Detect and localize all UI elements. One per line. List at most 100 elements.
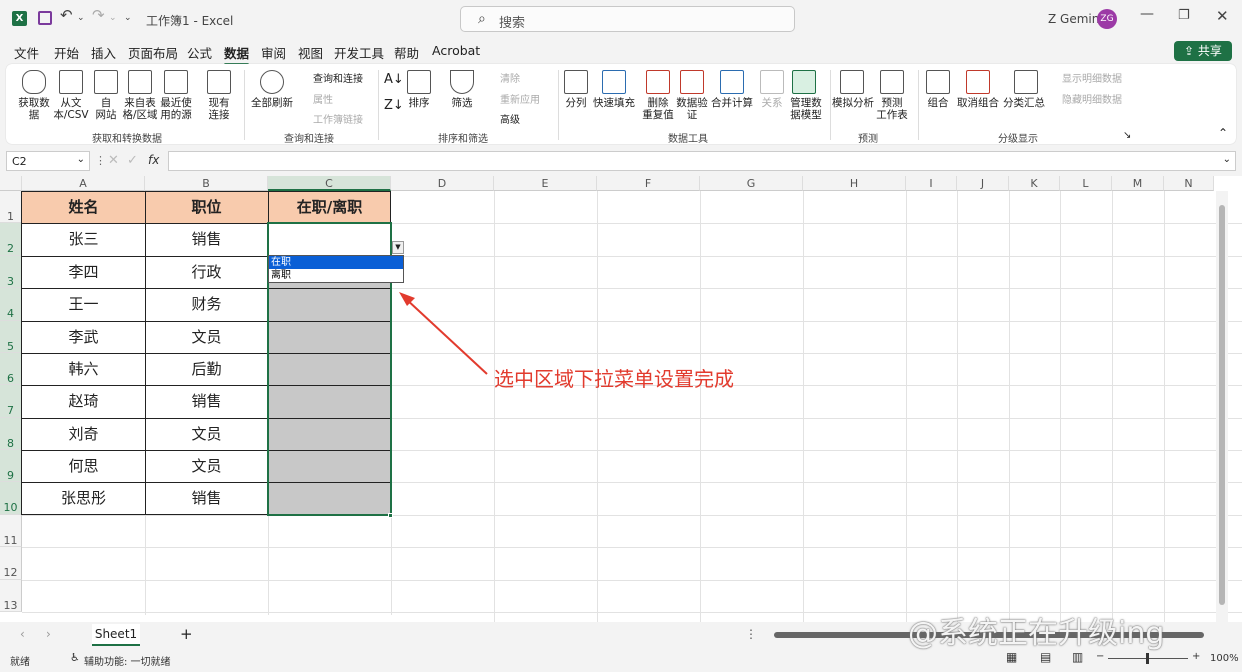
dropdown-arrow-button[interactable]: ▼ [392,241,404,254]
row-header[interactable]: 3 [0,256,22,288]
tab-data[interactable]: 数据 [224,43,250,66]
redo-icon[interactable]: ↷ [92,6,105,24]
sort-button[interactable]: 排序 [404,97,434,109]
accessibility-status[interactable]: 辅助功能: 一切就绪 [84,653,171,668]
column-header-e[interactable]: E [494,176,597,191]
cell-position[interactable]: 文员 [145,450,268,482]
forecast-sheet-button[interactable]: 预测 工作表 [872,97,912,121]
avatar[interactable]: ZG [1097,9,1117,29]
recent-sources-button[interactable]: 最近使 用的源 [156,97,196,121]
zoom-in-icon[interactable]: + [1192,651,1200,662]
cell-position[interactable]: 后勤 [145,353,268,385]
redo-dropdown-icon[interactable]: ⌄ [109,13,117,23]
row-header[interactable]: 10 [0,482,22,515]
column-header-h[interactable]: H [803,176,906,191]
tab-help[interactable]: 帮助 [394,43,419,62]
close-icon[interactable]: ✕ [1216,7,1229,25]
cell-name[interactable]: 李四 [22,256,145,288]
cell-position[interactable]: 销售 [145,482,268,515]
column-header-k[interactable]: K [1009,176,1060,191]
name-box[interactable]: C2 ⌄ [6,151,90,171]
ungroup-button[interactable]: 取消组合 [956,97,1000,109]
tab-file[interactable]: 文件 [14,43,39,62]
tab-review[interactable]: 审阅 [261,43,286,62]
share-button[interactable]: ⇪ 共享 [1174,41,1232,61]
more-options-icon[interactable]: ⋮ [745,627,757,641]
worksheet-grid[interactable]: A B C D E F G H I J K L M N 1 2 3 4 5 6 … [0,176,1242,622]
get-data-button[interactable]: 获取数 据 [14,97,54,121]
collapse-ribbon-icon[interactable]: ⌃ [1218,126,1228,140]
minimize-icon[interactable]: — [1140,6,1154,22]
tab-home[interactable]: 开始 [54,43,79,62]
cell-name[interactable]: 张思彤 [22,482,145,515]
row-header[interactable]: 12 [0,547,22,580]
zoom-out-icon[interactable]: − [1096,651,1104,662]
header-status[interactable]: 在职/离职 [268,191,391,223]
header-position[interactable]: 职位 [145,191,268,223]
advanced-filter-button[interactable]: 高级 [500,111,520,126]
dropdown-option-employed[interactable]: 在职 [269,256,403,269]
fill-handle[interactable] [388,513,393,518]
dropdown-option-resigned[interactable]: 离职 [269,269,403,282]
enter-icon[interactable]: ✓ [127,153,138,168]
hide-detail-button[interactable]: 隐藏明细数据 [1062,91,1122,106]
insert-function-icon[interactable]: fx [148,153,159,167]
search-box[interactable]: ⌕ 搜索 [460,6,795,32]
tab-developer[interactable]: 开发工具 [334,43,384,62]
user-name[interactable]: Z Gemini [1048,12,1103,26]
column-header-g[interactable]: G [700,176,803,191]
column-header-n[interactable]: N [1164,176,1214,191]
properties-button[interactable]: 属性 [313,91,333,106]
row-header[interactable]: 1 [0,191,22,223]
cell-position[interactable]: 文员 [145,418,268,450]
filter-button[interactable]: 筛选 [446,97,478,109]
cell-name[interactable]: 王一 [22,288,145,321]
more-options-icon[interactable]: ⋮ [95,154,106,167]
row-header[interactable]: 4 [0,288,22,321]
zoom-slider-thumb[interactable] [1146,653,1149,664]
cell-name[interactable]: 张三 [22,223,145,256]
undo-icon[interactable]: ↶ [60,6,73,24]
row-header[interactable]: 11 [0,515,22,547]
cell-name[interactable]: 赵琦 [22,385,145,418]
row-header[interactable]: 13 [0,580,22,612]
existing-connections-button[interactable]: 现有 连接 [201,97,237,121]
row-header[interactable]: 9 [0,450,22,482]
cell-name[interactable]: 刘奇 [22,418,145,450]
tab-formulas[interactable]: 公式 [187,43,212,62]
sort-asc-icon[interactable]: A↓ [384,72,404,87]
tab-insert[interactable]: 插入 [91,43,116,62]
tab-view[interactable]: 视图 [298,43,323,62]
tab-acrobat[interactable]: Acrobat [432,43,480,58]
workbook-links-button[interactable]: 工作簿链接 [313,111,363,126]
data-validation-button[interactable]: 数据验 证 [672,97,712,121]
cell-position[interactable]: 行政 [145,256,268,288]
refresh-all-button[interactable]: 全部刷新 [246,97,298,109]
cell-position[interactable]: 销售 [145,223,268,256]
sheet-tab-sheet1[interactable]: Sheet1 [92,624,140,646]
cell-name[interactable]: 何思 [22,450,145,482]
manage-data-model-button[interactable]: 管理数 据模型 [784,97,828,121]
cell-position[interactable]: 文员 [145,321,268,353]
next-sheet-icon[interactable]: › [46,627,51,641]
queries-connections-button[interactable]: 查询和连接 [313,70,363,85]
reapply-button[interactable]: 重新应用 [500,91,540,106]
expand-formula-icon[interactable]: ⌄ [1223,154,1231,165]
validation-dropdown[interactable]: 在职 离职 [268,255,404,283]
customize-qat-icon[interactable]: ⌄ [124,13,132,23]
column-header-d[interactable]: D [391,176,494,191]
dialog-launcher-icon[interactable]: ↘ [1123,130,1131,141]
column-header-j[interactable]: J [957,176,1009,191]
cell-position[interactable]: 销售 [145,385,268,418]
accessibility-icon[interactable]: ♿ [70,651,80,664]
show-detail-button[interactable]: 显示明细数据 [1062,70,1122,85]
text-to-columns-button[interactable]: 分列 [558,97,594,109]
column-header-f[interactable]: F [597,176,700,191]
row-header[interactable]: 7 [0,385,22,418]
cell-name[interactable]: 韩六 [22,353,145,385]
column-header-a[interactable]: A [22,176,145,191]
scroll-thumb[interactable] [1219,205,1225,605]
group-button[interactable]: 组合 [920,97,956,109]
page-layout-view-icon[interactable]: ▤ [1040,650,1051,664]
row-header[interactable]: 5 [0,321,22,353]
